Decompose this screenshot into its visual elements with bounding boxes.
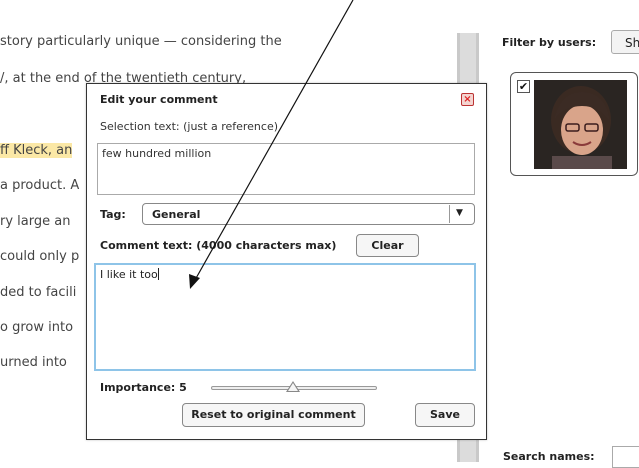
doc-line: ry large an (0, 214, 71, 229)
user-checkbox[interactable]: ✔ (517, 80, 530, 93)
doc-line: o grow into (0, 320, 74, 335)
text-caret (157, 268, 159, 280)
search-names-label: Search names: (503, 450, 595, 463)
tag-label: Tag: (100, 208, 126, 221)
doc-line-highlighted: ff Kleck, an (0, 143, 73, 159)
filter-show-button[interactable]: Sh (611, 30, 639, 54)
tag-select-divider (449, 205, 450, 223)
avatar-photo (534, 80, 627, 169)
avatar (534, 80, 627, 169)
selection-text-box[interactable]: few hundred million (97, 143, 475, 195)
checkbox-check-icon: ✔ (518, 80, 529, 93)
doc-line: ded to facili (0, 285, 77, 300)
tag-select-value: General (152, 208, 201, 221)
search-names-input[interactable] (612, 446, 639, 468)
doc-line: a product. A (0, 178, 80, 193)
reset-comment-button[interactable]: Reset to original comment (182, 403, 365, 427)
highlighted-text[interactable]: ff Kleck, an (0, 143, 73, 158)
comment-text-label: Comment text: (4000 characters max) (100, 239, 337, 252)
slider-thumb-icon[interactable] (286, 381, 300, 392)
doc-line: could only p (0, 249, 80, 264)
comment-textarea[interactable]: I like it too (94, 263, 476, 371)
filter-users-label: Filter by users: (502, 36, 597, 49)
clear-button[interactable]: Clear (356, 234, 419, 257)
dialog-title: Edit your comment (100, 93, 218, 106)
dropdown-arrow-icon[interactable]: ▼ (456, 208, 463, 218)
importance-label: Importance: 5 (100, 381, 187, 394)
close-icon[interactable]: × (461, 93, 474, 106)
save-button[interactable]: Save (415, 403, 475, 427)
selection-label: Selection text: (just a reference) (100, 120, 279, 133)
doc-line: urned into (0, 355, 67, 370)
doc-line: story particularly unique — considering … (0, 34, 282, 49)
comment-text: I like it too (100, 268, 158, 281)
